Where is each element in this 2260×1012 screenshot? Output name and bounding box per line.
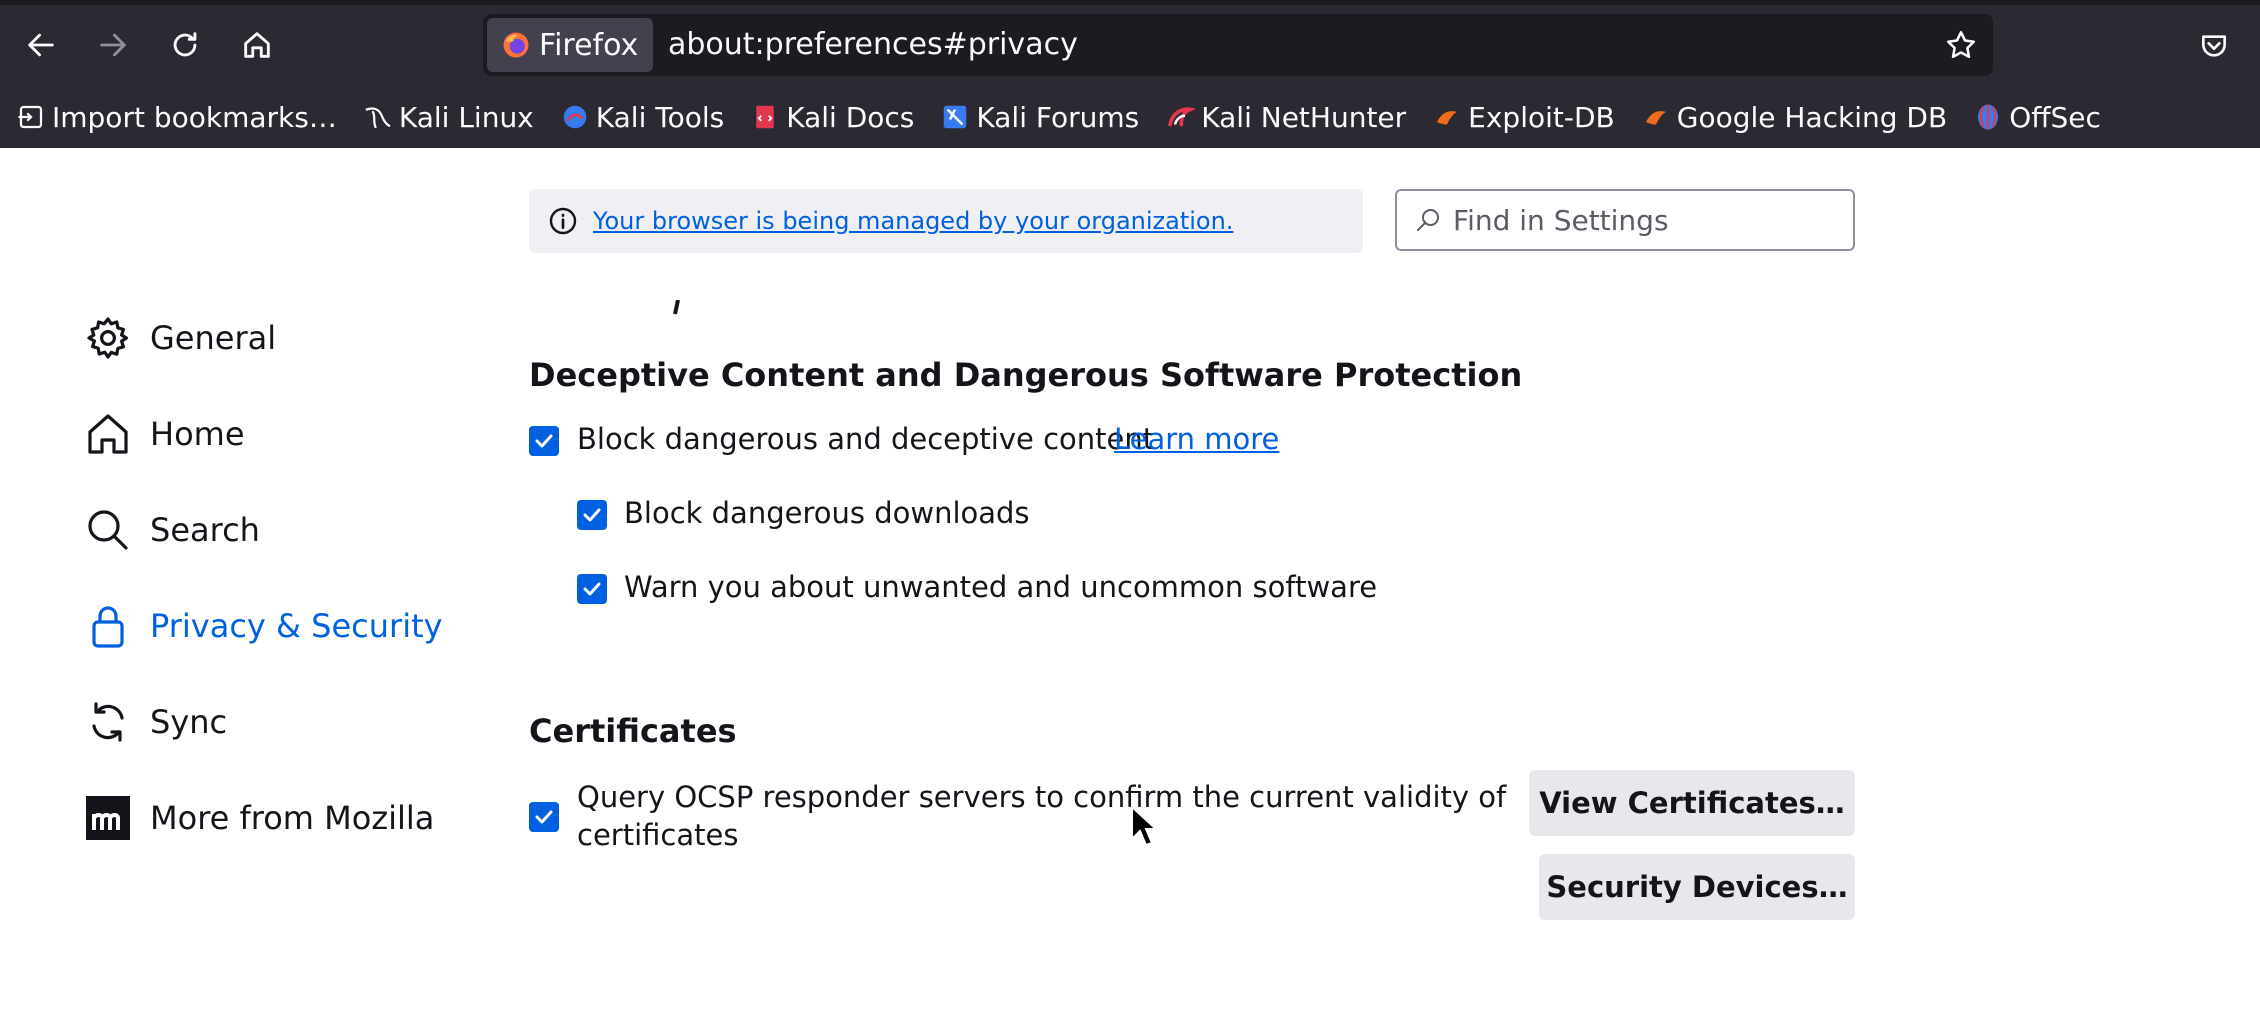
warn-unwanted-label[interactable]: Warn you about unwanted and uncommon sof… [624, 570, 1377, 604]
bookmark-label: Import bookmarks… [52, 100, 337, 134]
kali-tools-icon [563, 105, 587, 129]
category-sync[interactable]: Sync [84, 698, 227, 746]
policies-notice: Your browser is being managed by your or… [529, 189, 1363, 253]
star-icon [1946, 30, 1976, 59]
bookmark-label: Kali Tools [595, 100, 725, 134]
certificates-section-heading: Certificates [529, 712, 737, 750]
search-icon [1417, 209, 1439, 231]
back-button[interactable] [16, 20, 66, 70]
kali-dragon-icon [365, 107, 391, 129]
bookmark-label: Google Hacking DB [1676, 100, 1948, 134]
category-label: Sync [150, 703, 228, 741]
category-more-from-mozilla[interactable]: More from Mozilla [84, 794, 434, 842]
checkmark-icon [535, 434, 553, 448]
bookmark-label: Kali Forums [976, 100, 1140, 134]
home-icon [88, 414, 128, 454]
bookmark-label: Exploit-DB [1468, 100, 1615, 134]
bookmark-exploit-db[interactable]: Exploit-DB [1432, 101, 1615, 134]
category-label: Home [150, 415, 245, 453]
bookmark-ghdb[interactable]: Google Hacking DB [1641, 101, 1947, 134]
category-label: Search [150, 511, 260, 549]
firefox-icon [503, 32, 529, 58]
pocket-button[interactable] [2192, 24, 2236, 68]
identity-box[interactable]: Firefox [487, 18, 653, 72]
reload-icon [173, 32, 197, 57]
ghdb-icon [1645, 111, 1666, 125]
checkmark-icon [583, 508, 601, 522]
category-general[interactable]: General [84, 314, 276, 362]
security-devices-button[interactable]: Security Devices… [1539, 854, 1855, 920]
ocsp-label-line2[interactable]: certificates [577, 818, 738, 852]
category-privacy[interactable]: Privacy & Security [84, 602, 443, 650]
import-icon [18, 105, 43, 129]
checkmark-icon [583, 582, 601, 596]
bookmark-kali-nethunter[interactable]: Kali NetHunter [1165, 101, 1406, 134]
gear-icon [87, 317, 128, 359]
learn-more-link[interactable]: Learn more [1114, 422, 1279, 456]
arrow-right-icon [100, 33, 126, 57]
bookmark-label: Kali Docs [786, 100, 915, 134]
search-icon [88, 510, 128, 550]
block-dangerous-checkbox[interactable] [529, 426, 559, 456]
forward-button[interactable] [88, 20, 138, 70]
bookmark-offsec[interactable]: OffSec [1973, 101, 2101, 134]
warn-unwanted-checkbox[interactable] [577, 574, 607, 604]
bookmark-kali-tools[interactable]: Kali Tools [560, 101, 724, 134]
category-search[interactable]: Search [84, 506, 260, 554]
exploit-db-icon [1437, 111, 1458, 125]
bookmarks-toolbar: Import bookmarks… Kali Linux Kali Tools … [0, 94, 2127, 140]
scrolled-text-fragment [673, 300, 680, 315]
category-home[interactable]: Home [84, 410, 245, 458]
ocsp-checkbox[interactable] [529, 802, 559, 832]
kali-forums-icon [944, 105, 967, 129]
bookmark-label: Kali NetHunter [1201, 100, 1407, 134]
bookmark-kali-docs[interactable]: Kali Docs [750, 101, 914, 134]
category-label: Privacy & Security [150, 607, 443, 645]
checkmark-icon [535, 810, 553, 824]
sync-icon [92, 702, 124, 742]
mozilla-icon [86, 796, 130, 840]
bookmark-star-button[interactable] [1938, 22, 1984, 68]
bookmark-kali-forums[interactable]: Kali Forums [940, 101, 1139, 134]
arrow-left-icon [28, 33, 54, 57]
identity-label: Firefox [539, 27, 639, 63]
category-label: General [150, 319, 277, 357]
bookmark-label: OffSec [2009, 100, 2101, 134]
mouse-pointer-icon [1131, 805, 1158, 847]
offsec-icon [1978, 104, 1999, 130]
deceptive-section-heading: Deceptive Content and Dangerous Software… [529, 356, 1523, 394]
ocsp-label-line1[interactable]: Query OCSP responder servers to confirm … [577, 780, 1506, 814]
search-input[interactable] [1451, 202, 1835, 238]
url-text[interactable]: about:preferences#privacy [668, 24, 1078, 66]
block-downloads-label[interactable]: Block dangerous downloads [624, 496, 1030, 530]
lock-icon [92, 606, 124, 648]
kali-nethunter-icon [1168, 107, 1196, 127]
home-button[interactable] [232, 20, 282, 70]
block-dangerous-label[interactable]: Block dangerous and deceptive content [577, 422, 1154, 456]
category-label: More from Mozilla [150, 799, 435, 837]
kali-docs-icon [756, 105, 774, 129]
bookmark-label: Kali Linux [398, 100, 534, 134]
bookmark-kali-linux[interactable]: Kali Linux [363, 101, 534, 134]
find-in-settings[interactable] [1395, 189, 1855, 251]
bookmark-import[interactable]: Import bookmarks… [16, 101, 337, 134]
browser-toolbar: Firefox about:preferences#privacy Import… [0, 0, 2260, 148]
home-icon [244, 32, 270, 58]
titlebar-strip [0, 0, 2260, 5]
info-icon [549, 207, 577, 235]
block-downloads-checkbox[interactable] [577, 500, 607, 530]
view-certificates-button[interactable]: View Certificates… [1529, 770, 1855, 836]
pocket-icon [2202, 35, 2226, 57]
reload-button[interactable] [160, 20, 210, 70]
managed-policies-link[interactable]: Your browser is being managed by your or… [593, 207, 1233, 235]
